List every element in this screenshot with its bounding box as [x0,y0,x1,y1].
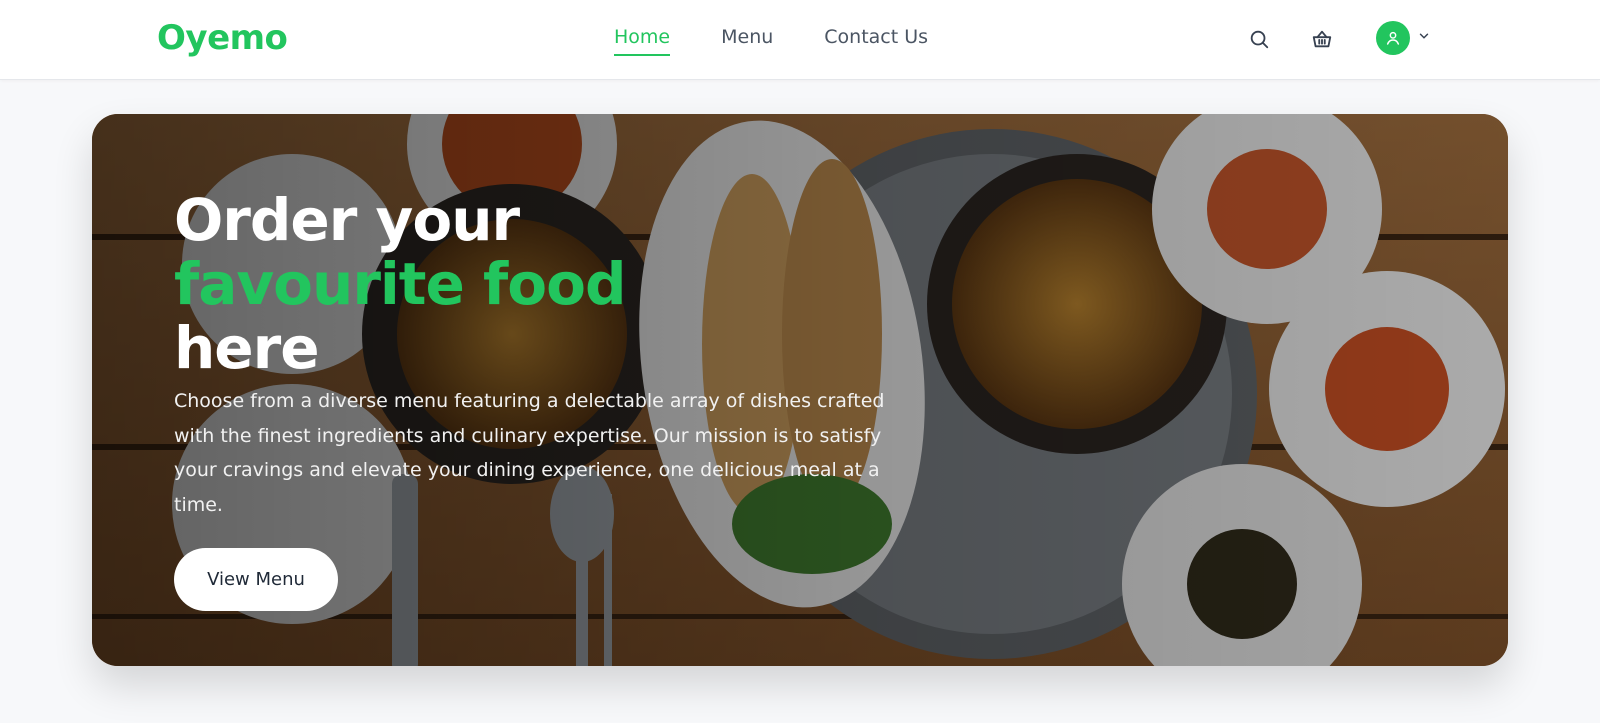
top-header: Oyemo Home Menu Contact Us [0,0,1600,80]
main-nav: Home Menu Contact Us [614,26,979,56]
hero-title-highlight: favourite food [174,250,627,318]
nav-item-home[interactable]: Home [614,26,671,56]
hero-title-line1: Order your [174,186,520,254]
hero-description: Choose from a diverse menu featuring a d… [174,390,885,516]
user-icon [1386,31,1400,45]
search-button[interactable] [1242,22,1276,56]
nav-item-contact-us[interactable]: Contact Us [824,26,928,56]
hero-content: Order your favourite food here Choose fr… [174,188,894,611]
hero-title: Order your favourite food here [174,188,894,380]
basket-icon [1312,30,1332,48]
hero-title-line3: here [174,314,320,382]
cart-button[interactable] [1305,22,1339,56]
view-menu-button[interactable]: View Menu [174,548,338,611]
chevron-down-icon[interactable] [1417,29,1431,43]
hero-banner: Order your favourite food here Choose fr… [92,114,1508,666]
user-avatar[interactable] [1376,21,1410,55]
nav-item-menu[interactable]: Menu [721,26,773,56]
brand-logo[interactable]: Oyemo [157,18,288,58]
search-icon [1250,30,1269,49]
